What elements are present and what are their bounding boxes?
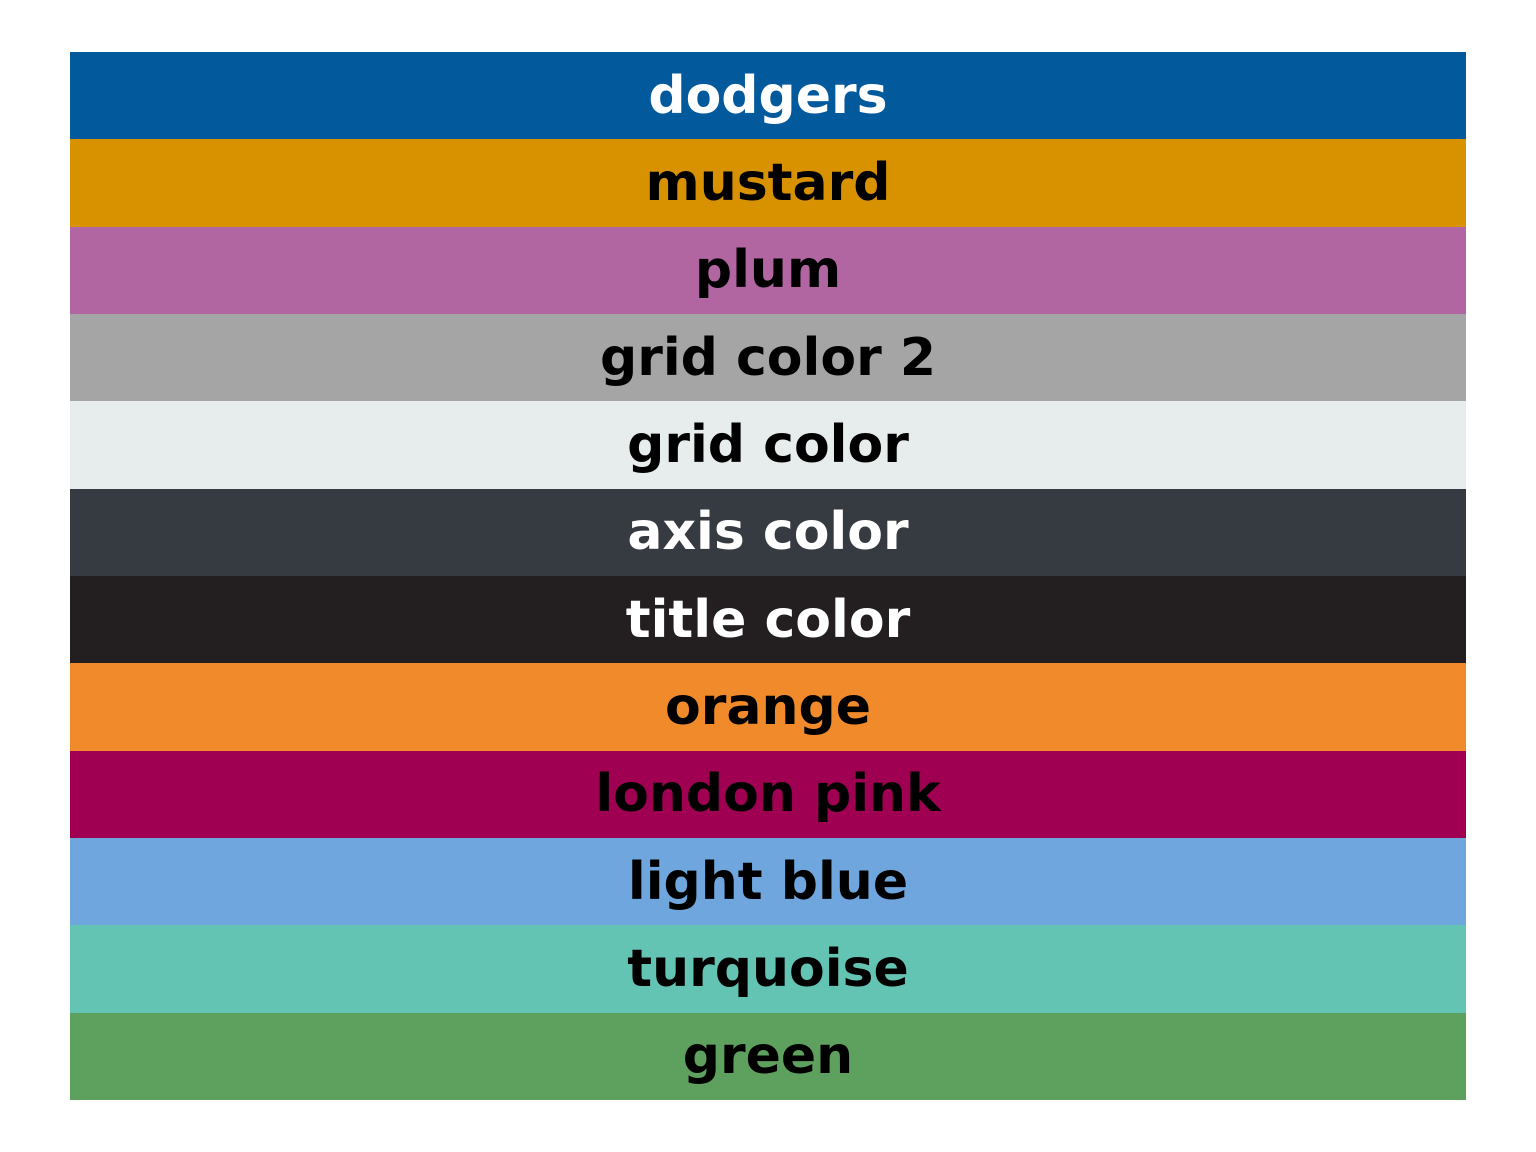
swatch-label: axis color [627,502,909,563]
swatch-grid-color: grid color [70,401,1466,489]
swatch-label: turquoise [627,938,909,999]
swatch-label: plum [694,240,842,301]
swatch-label: mustard [645,152,891,213]
swatch-label: title color [625,589,911,650]
swatch-label: grid color 2 [599,327,937,388]
swatch-axis-color: axis color [70,488,1466,576]
swatch-plum: plum [70,226,1466,314]
swatch-london-pink: london pink [70,750,1466,838]
swatch-light-blue: light blue [70,837,1466,926]
swatch-title-color: title color [70,575,1466,664]
swatch-mustard: mustard [70,139,1466,227]
swatch-grid-color-2: grid color 2 [70,313,1466,402]
swatch-orange: orange [70,663,1466,751]
swatch-green: green [70,1012,1466,1100]
color-palette: dodgers mustard plum grid color 2 grid c… [70,52,1466,1100]
swatch-label: orange [665,676,871,737]
swatch-label: green [682,1026,854,1087]
swatch-label: london pink [595,764,941,825]
swatch-dodgers: dodgers [70,52,1466,140]
swatch-label: light blue [627,851,909,912]
swatch-label: dodgers [648,65,888,126]
swatch-label: grid color [627,414,909,475]
swatch-turquoise: turquoise [70,925,1466,1013]
